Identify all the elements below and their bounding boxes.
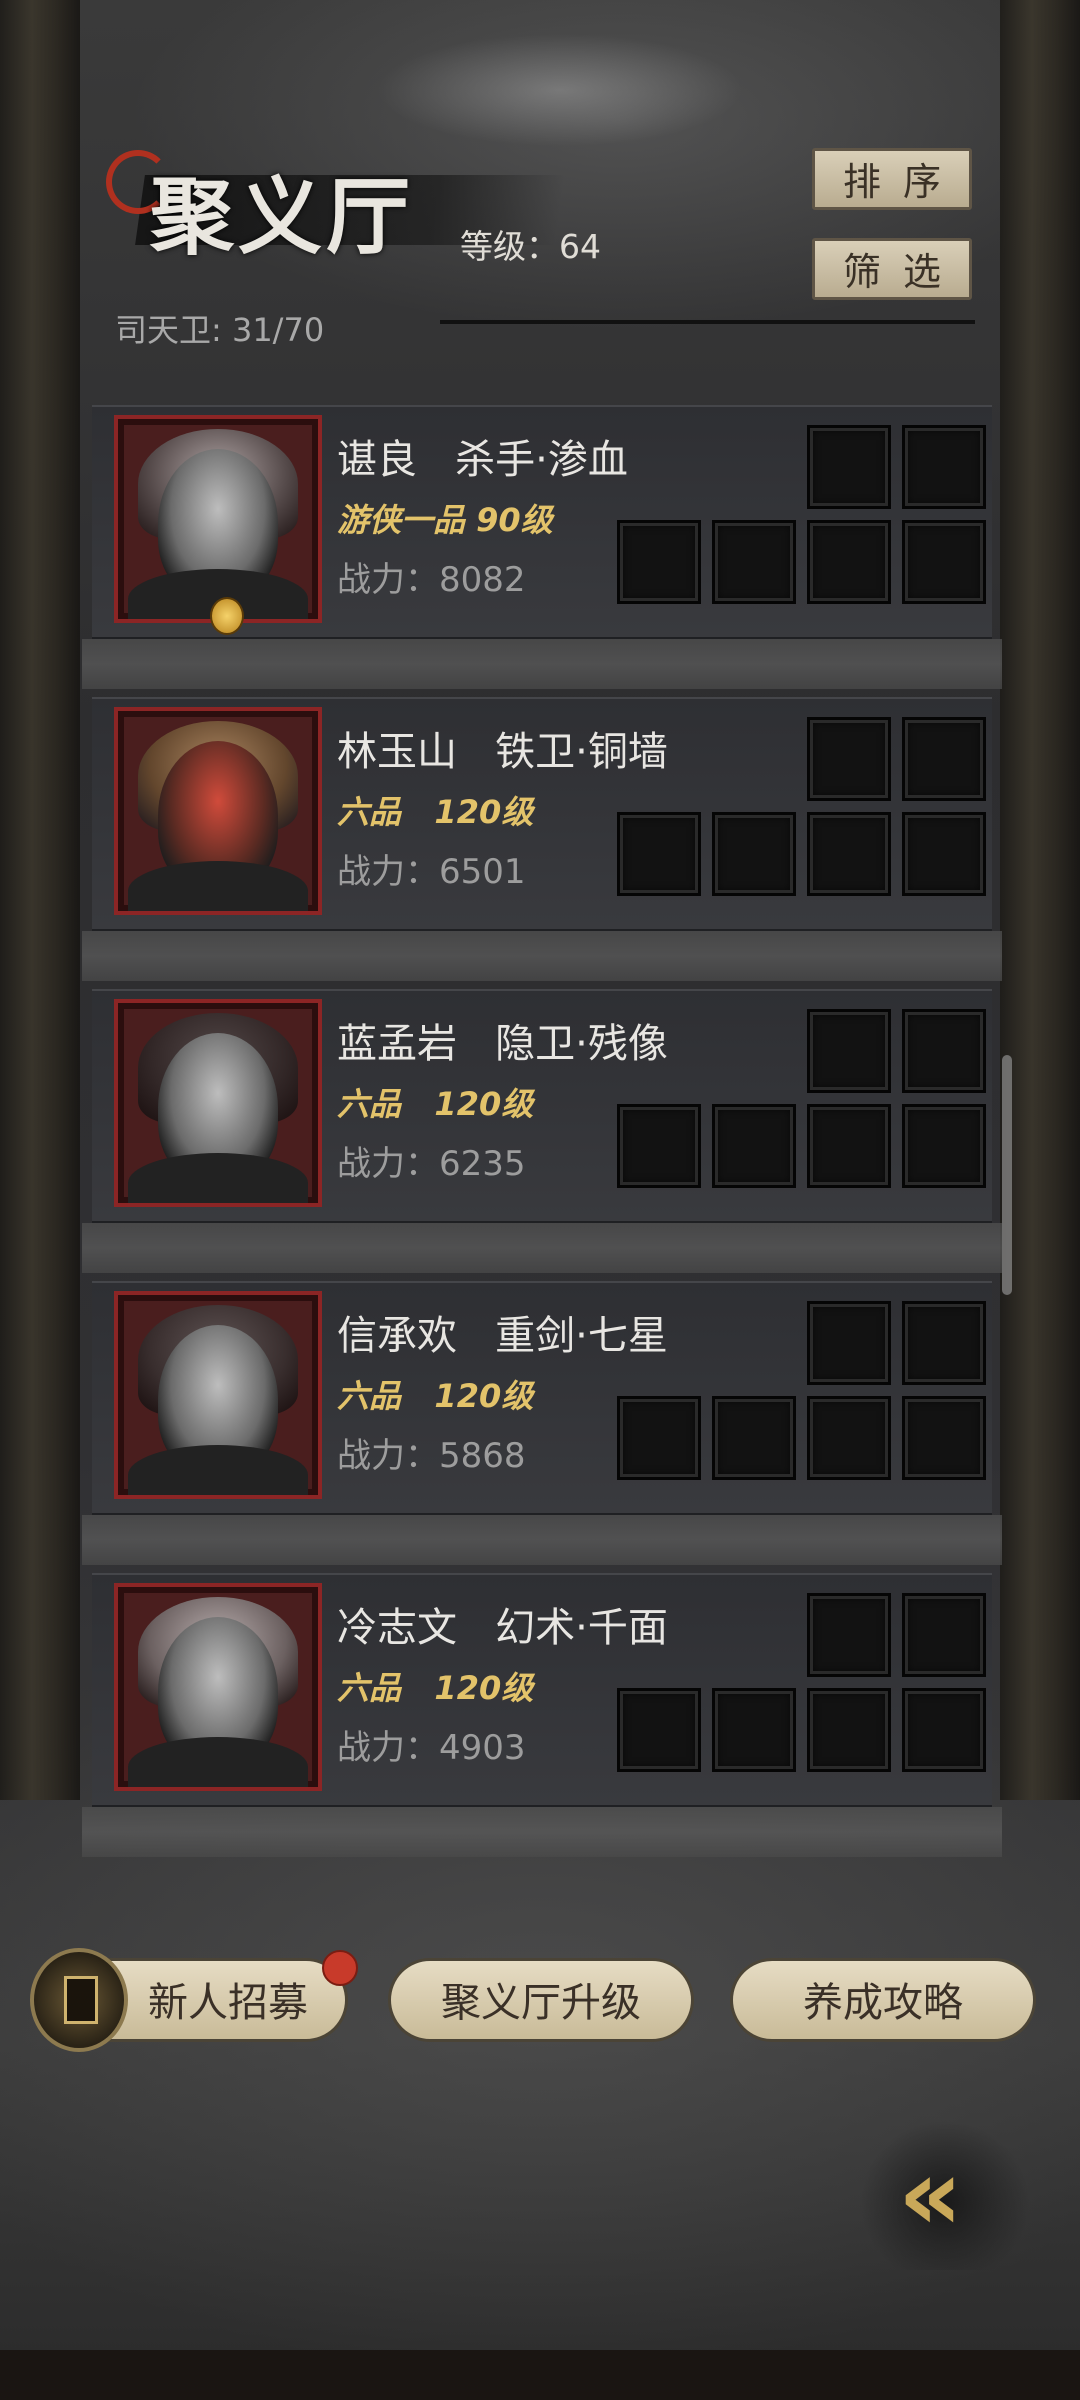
hero-grade: 六品 120级 [337,1377,534,1415]
guard-count: 司天卫: 31/70 [115,311,325,349]
equipment-slot[interactable] [902,1593,986,1677]
list-scrollbar[interactable] [1002,1055,1012,1295]
equipment-slot[interactable] [902,1104,986,1188]
equipment-slot[interactable] [807,1396,891,1480]
back-button[interactable]: « [860,2120,1030,2270]
equipment-slot[interactable] [807,425,891,509]
right-pillar [1000,0,1080,1800]
equipment-slot[interactable] [902,1301,986,1385]
double-chevron-left-icon: « [898,2136,962,2253]
rank-badge-icon [210,597,244,635]
equipment-slot[interactable] [902,425,986,509]
hero-card[interactable]: 信承欢 重剑·七星 六品 120级 战力：5868 [82,1281,1002,1565]
equipment-slot[interactable] [807,812,891,896]
equipment-slot[interactable] [712,1688,796,1772]
hero-portrait[interactable] [114,1583,322,1791]
equipment-slot[interactable] [807,1301,891,1385]
equipment-slot[interactable] [617,520,701,604]
equipment-slot[interactable] [902,717,986,801]
hero-portrait[interactable] [114,415,322,623]
equipment-slot[interactable] [712,1104,796,1188]
hero-power: 战力：4903 [337,1728,526,1768]
hero-power: 战力：6235 [337,1144,526,1184]
hero-portrait[interactable] [114,999,322,1207]
page-title: 聚义厅 [150,167,415,266]
hero-grade: 六品 120级 [337,1085,534,1123]
hero-name: 蓝孟岩 隐卫·残像 [337,1021,668,1067]
hall-level: 等级：64 [460,227,601,266]
bottom-strip [0,2350,1080,2400]
equipment-slot[interactable] [617,1104,701,1188]
equipment-slot[interactable] [807,1009,891,1093]
equipment-slot[interactable] [807,1593,891,1677]
equipment-slot[interactable] [807,1688,891,1772]
hero-power: 战力：8082 [337,560,526,600]
equipment-slot[interactable] [807,520,891,604]
hero-card[interactable]: 蓝孟岩 隐卫·残像 六品 120级 战力：6235 [82,989,1002,1273]
hero-name: 谌良 杀手·渗血 [337,437,628,483]
hero-grade: 六品 120级 [337,793,534,831]
hall-upgrade-button[interactable]: 聚义厅升级 [388,1958,694,2042]
hero-card[interactable]: 冷志文 幻术·千面 六品 120级 战力：4903 [82,1573,1002,1857]
equipment-slot[interactable] [807,717,891,801]
left-pillar [0,0,80,1800]
sort-button[interactable]: 排序 [812,148,972,210]
filter-button[interactable]: 筛选 [812,238,972,300]
equipment-slot[interactable] [902,520,986,604]
training-guide-button[interactable]: 养成攻略 [730,1958,1036,2042]
hero-grade: 游侠一品 90级 [337,501,553,539]
header-divider [440,320,975,324]
hero-power: 战力：6501 [337,852,526,892]
equipment-slot[interactable] [902,1009,986,1093]
equipment-slot[interactable] [617,812,701,896]
equipment-slot[interactable] [807,1104,891,1188]
hero-portrait[interactable] [114,1291,322,1499]
equipment-slot[interactable] [617,1688,701,1772]
recruit-token-icon[interactable] [30,1948,128,2052]
equipment-slot[interactable] [902,1396,986,1480]
equipment-slot[interactable] [902,812,986,896]
hero-card[interactable]: 谌良 杀手·渗血 游侠一品 90级 战力：8082 [82,405,1002,689]
equipment-slot[interactable] [902,1688,986,1772]
hero-name: 冷志文 幻术·千面 [337,1605,668,1651]
hero-grade: 六品 120级 [337,1669,534,1707]
hero-name: 信承欢 重剑·七星 [337,1313,668,1359]
hero-card[interactable]: 林玉山 铁卫·铜墙 六品 120级 战力：6501 [82,697,1002,981]
equipment-slot[interactable] [617,1396,701,1480]
equipment-slot[interactable] [712,812,796,896]
equipment-slot[interactable] [712,520,796,604]
hero-name: 林玉山 铁卫·铜墙 [337,729,668,775]
hero-power: 战力：5868 [337,1436,526,1476]
header: 聚义厅 等级：64 [106,150,630,270]
equipment-slot[interactable] [712,1396,796,1480]
hero-portrait[interactable] [114,707,322,915]
notification-dot [322,1950,358,1986]
